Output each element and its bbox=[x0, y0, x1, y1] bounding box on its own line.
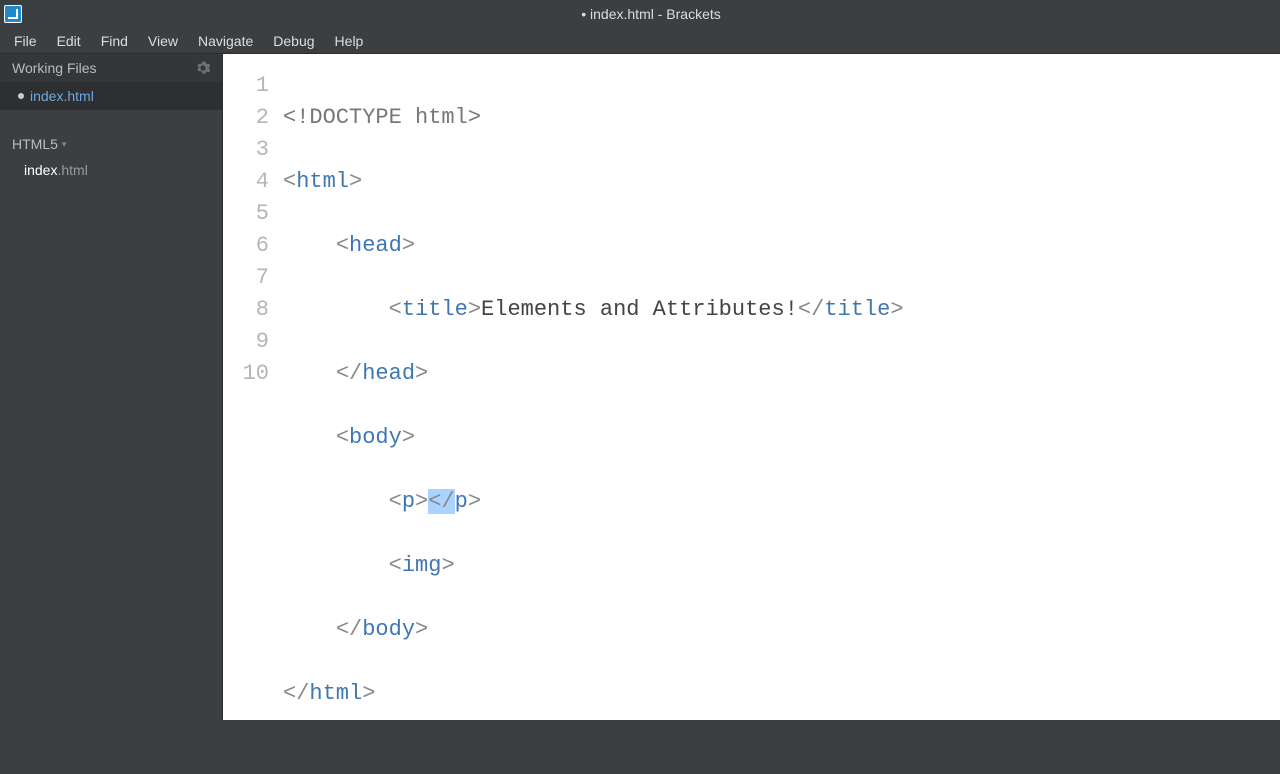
title-filename: index.html bbox=[590, 6, 654, 22]
line-number: 9 bbox=[223, 326, 269, 358]
working-files-label: Working Files bbox=[12, 60, 97, 76]
menu-file[interactable]: File bbox=[4, 30, 47, 52]
file-tree-item[interactable]: index.html bbox=[0, 158, 222, 182]
code-line: </head> bbox=[283, 358, 1280, 390]
line-number: 7 bbox=[223, 262, 269, 294]
dirty-marker: • bbox=[581, 6, 586, 22]
menu-view[interactable]: View bbox=[138, 30, 188, 52]
line-number: 10 bbox=[223, 358, 269, 390]
line-number: 1 bbox=[223, 70, 269, 102]
code-line: <title>Elements and Attributes!</title> bbox=[283, 294, 1280, 326]
code-line: <body> bbox=[283, 422, 1280, 454]
line-number: 2 bbox=[223, 102, 269, 134]
project-name: HTML5 bbox=[12, 136, 58, 152]
menu-edit[interactable]: Edit bbox=[47, 30, 91, 52]
menu-navigate[interactable]: Navigate bbox=[188, 30, 263, 52]
code-line: </html> bbox=[283, 678, 1280, 710]
code-line: <p></p> bbox=[283, 486, 1280, 518]
main-area: Working Files index.html HTML5 ▾ index.h… bbox=[0, 54, 1280, 720]
line-number: 8 bbox=[223, 294, 269, 326]
file-basename: index bbox=[24, 162, 57, 178]
sidebar: Working Files index.html HTML5 ▾ index.h… bbox=[0, 54, 223, 720]
code-line: </body> bbox=[283, 614, 1280, 646]
app-icon bbox=[4, 5, 22, 23]
line-number: 6 bbox=[223, 230, 269, 262]
working-file-item[interactable]: index.html bbox=[0, 82, 222, 110]
code-line: <img> bbox=[283, 550, 1280, 582]
menu-bar: File Edit Find View Navigate Debug Help bbox=[0, 28, 1280, 54]
menu-find[interactable]: Find bbox=[91, 30, 138, 52]
working-file-name: index.html bbox=[30, 88, 94, 104]
title-appname: Brackets bbox=[666, 6, 720, 22]
dirty-dot-icon bbox=[18, 93, 24, 99]
line-number-gutter: 1 2 3 4 5 6 7 8 9 10 bbox=[223, 54, 279, 720]
line-number: 5 bbox=[223, 198, 269, 230]
working-files-header[interactable]: Working Files bbox=[0, 54, 222, 82]
project-dropdown[interactable]: HTML5 ▾ bbox=[0, 130, 222, 158]
menu-help[interactable]: Help bbox=[325, 30, 374, 52]
window-title: • index.html - Brackets bbox=[22, 6, 1280, 22]
code-line: <!DOCTYPE html> bbox=[283, 102, 1280, 134]
window-titlebar: • index.html - Brackets bbox=[0, 0, 1280, 28]
file-extension: .html bbox=[57, 162, 87, 178]
code-line: <html> bbox=[283, 166, 1280, 198]
chevron-down-icon: ▾ bbox=[62, 139, 67, 150]
code-editor[interactable]: 1 2 3 4 5 6 7 8 9 10 <!DOCTYPE html> <ht… bbox=[223, 54, 1280, 720]
menu-debug[interactable]: Debug bbox=[263, 30, 324, 52]
line-number: 4 bbox=[223, 166, 269, 198]
line-number: 3 bbox=[223, 134, 269, 166]
code-content[interactable]: <!DOCTYPE html> <html> <head> <title>Ele… bbox=[283, 54, 1280, 774]
code-line: <head> bbox=[283, 230, 1280, 262]
gear-icon[interactable] bbox=[196, 61, 210, 75]
